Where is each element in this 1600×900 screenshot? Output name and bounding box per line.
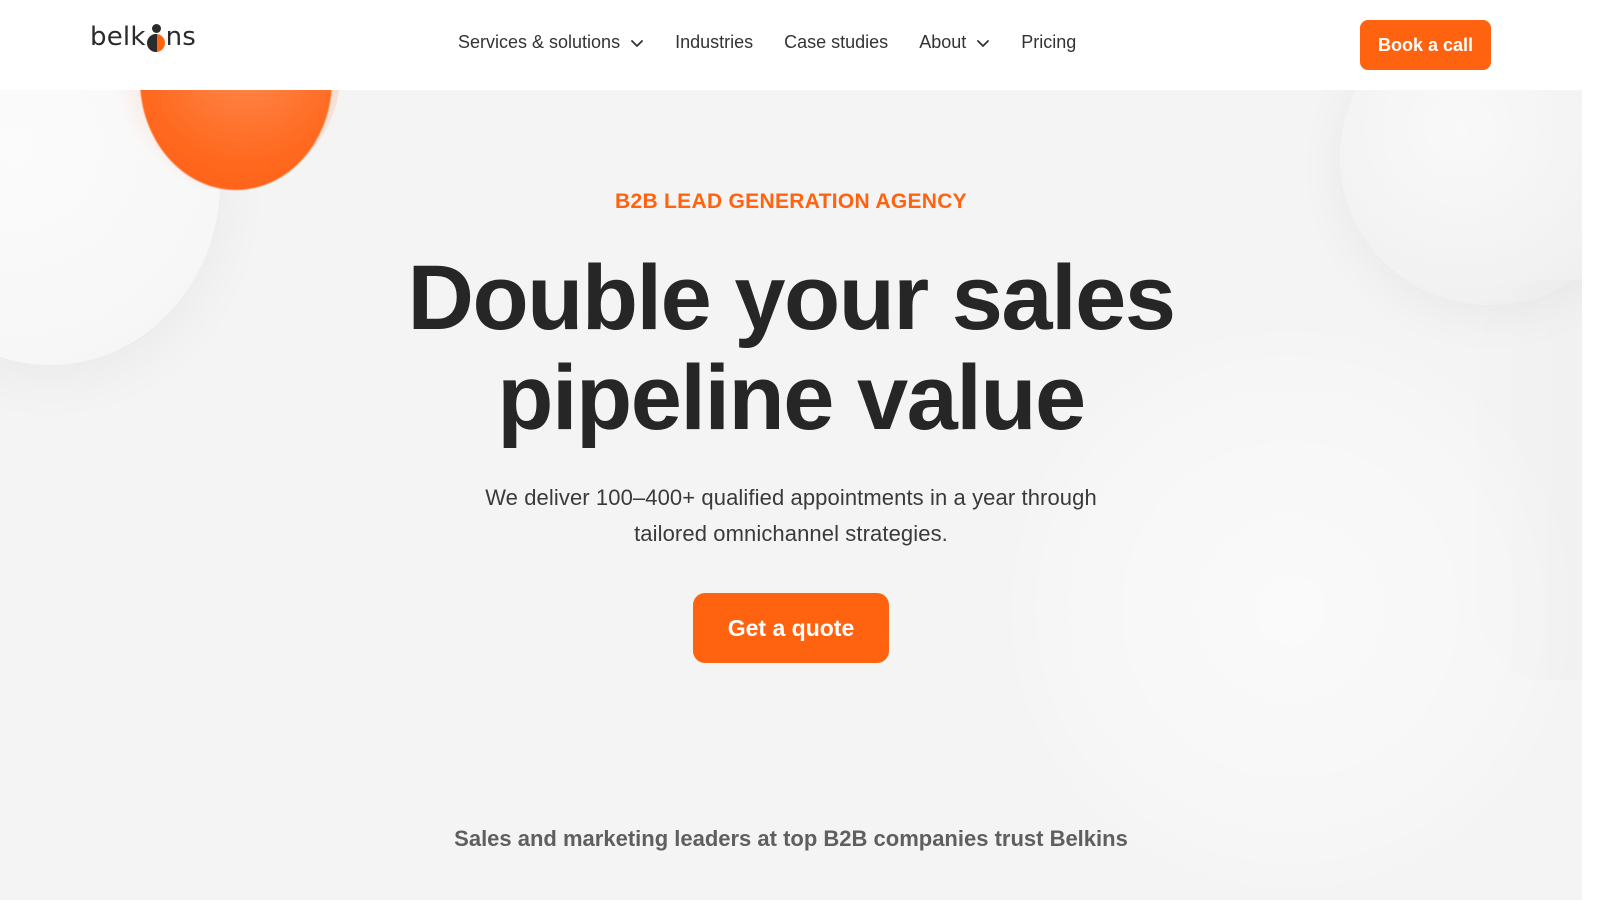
nav-label: Services & solutions: [458, 32, 621, 52]
nav-label: About: [919, 32, 967, 52]
chevron-down-icon: [977, 39, 990, 47]
trust-statement: Sales and marketing leaders at top B2B c…: [454, 826, 1128, 851]
site-header: belk ns Services & solutions Industries …: [0, 0, 1582, 90]
book-a-call-button[interactable]: Book a call: [1360, 20, 1491, 70]
nav-item-pricing[interactable]: Pricing: [1021, 32, 1076, 53]
hero-eyebrow: B2B LEAD GENERATION AGENCY: [615, 190, 967, 213]
nav-label: Case studies: [784, 32, 889, 52]
nav-item-about[interactable]: About: [919, 32, 990, 53]
belkins-logo[interactable]: belk ns: [90, 22, 196, 52]
scrollbar-gutter: [1582, 0, 1600, 900]
hero-subhead: We deliver 100–400+ qualified appointmen…: [441, 480, 1141, 552]
main-nav: Services & solutions Industries Case stu…: [458, 32, 1107, 53]
logo-text-right: ns: [165, 22, 197, 52]
logo-mark-icon: [146, 22, 165, 52]
nav-label: Pricing: [1021, 32, 1077, 52]
nav-item-case-studies[interactable]: Case studies: [784, 32, 888, 53]
hero-headline-line1: Double your sales: [407, 247, 1176, 349]
hero-subhead-line1: We deliver 100–400+ qualified appointmen…: [485, 485, 1097, 510]
nav-item-services[interactable]: Services & solutions: [458, 32, 644, 53]
hero-headline: Double your sales pipeline value: [0, 248, 1582, 448]
hero-headline-line2: pipeline value: [497, 347, 1086, 449]
logo-text-left: belk: [90, 22, 146, 52]
nav-label: Industries: [675, 32, 754, 52]
hero-subhead-line2: tailored omnichannel strategies.: [634, 521, 948, 546]
nav-item-industries[interactable]: Industries: [675, 32, 753, 53]
get-a-quote-button[interactable]: Get a quote: [693, 593, 889, 663]
chevron-down-icon: [631, 39, 643, 47]
page: belk ns Services & solutions Industries …: [0, 0, 1582, 900]
